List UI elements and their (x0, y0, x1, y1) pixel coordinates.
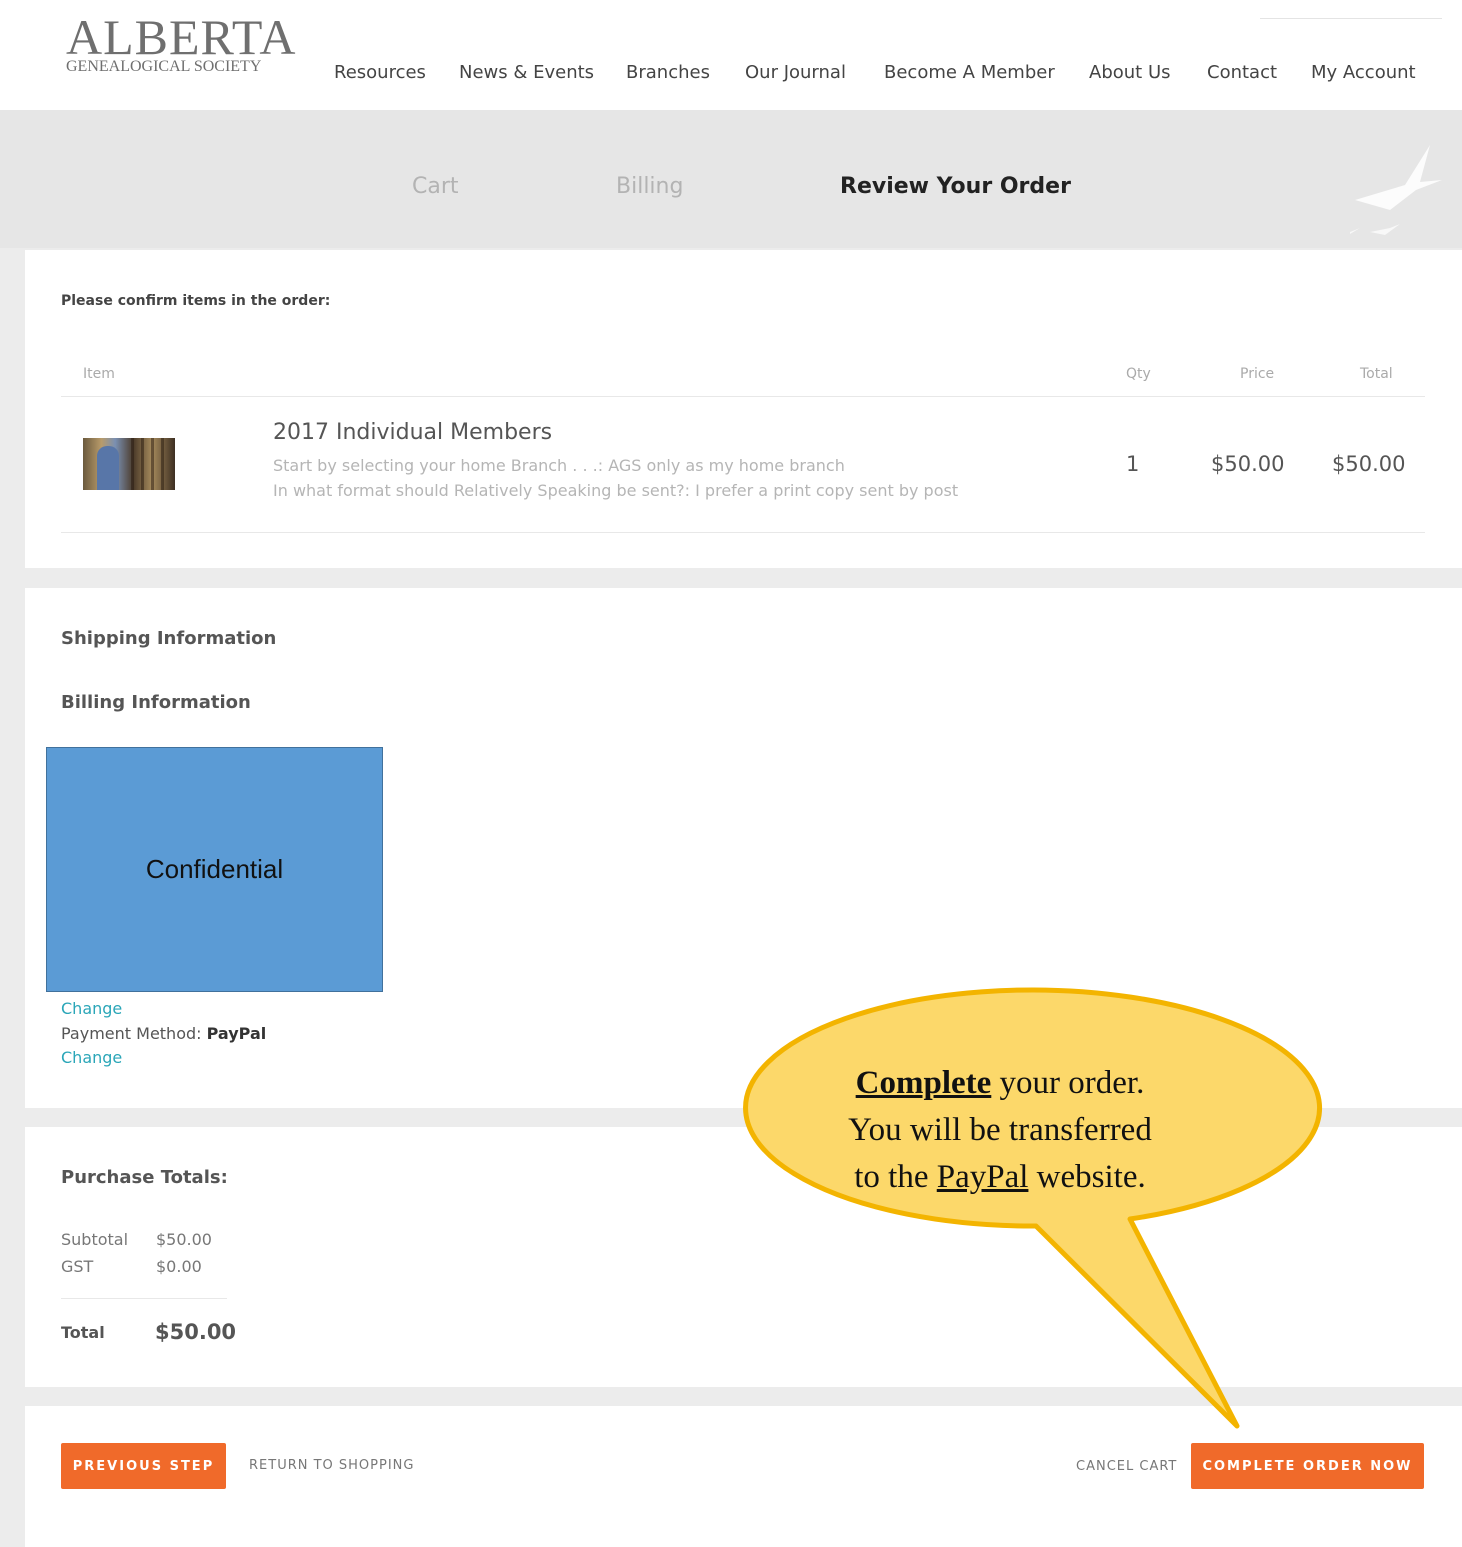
callout-text: Complete your order. You will be transfe… (760, 1060, 1240, 1201)
nav-my-account[interactable]: My Account (1311, 62, 1416, 83)
callout-line3-post: website. (1028, 1159, 1146, 1195)
table-divider (61, 396, 1425, 397)
nav-news-events[interactable]: News & Events (459, 62, 594, 83)
previous-step-button[interactable]: PREVIOUS STEP (61, 1443, 226, 1489)
totals-title: Purchase Totals: (61, 1167, 228, 1188)
total-value: $50.00 (155, 1320, 237, 1344)
step-billing[interactable]: Billing (616, 174, 683, 199)
order-heading: Please confirm items in the order: (61, 293, 331, 309)
item-total: $50.00 (1332, 452, 1406, 476)
payment-method-value: PayPal (206, 1024, 267, 1043)
col-total: Total (1360, 366, 1393, 382)
item-qty: 1 (1126, 452, 1140, 476)
person-figure (97, 446, 119, 490)
total-label: Total (61, 1323, 105, 1342)
cancel-cart-link[interactable]: CANCEL CART (1076, 1459, 1177, 1474)
confidential-redaction: Confidential (46, 747, 383, 992)
col-price: Price (1240, 366, 1275, 382)
subtotal-value: $50.00 (156, 1230, 212, 1249)
checkout-steps: Cart Billing Review Your Order (0, 110, 1462, 248)
callout-line1: your order. (991, 1065, 1145, 1101)
callout-paypal: PayPal (936, 1159, 1029, 1195)
payment-method-label: Payment Method: (61, 1024, 202, 1043)
site-logo[interactable]: ALBERTA GENEALOGICAL SOCIETY (66, 9, 297, 76)
shipping-title: Shipping Information (61, 628, 277, 649)
totals-divider (61, 1298, 227, 1299)
col-item: Item (83, 366, 115, 382)
callout-line3-pre: to the (854, 1159, 937, 1195)
item-option-format: In what format should Relatively Speakin… (273, 481, 959, 500)
complete-order-button[interactable]: COMPLETE ORDER NOW (1191, 1443, 1424, 1489)
change-payment-link[interactable]: Change (61, 1048, 122, 1067)
nav-branches[interactable]: Branches (626, 62, 710, 83)
col-qty: Qty (1126, 366, 1151, 382)
item-name: 2017 Individual Members (273, 420, 553, 445)
nav-contact[interactable]: Contact (1207, 62, 1277, 83)
billing-title: Billing Information (61, 692, 251, 713)
nav-become-member[interactable]: Become A Member (884, 62, 1055, 83)
callout-word-complete: Complete (855, 1065, 992, 1101)
totals-panel (25, 1127, 1462, 1387)
logo-title: ALBERTA (66, 9, 297, 65)
site-header: ALBERTA GENEALOGICAL SOCIETY Resources N… (0, 0, 1462, 110)
header-divider (1260, 18, 1442, 19)
callout-line2: You will be transferred (848, 1112, 1152, 1148)
table-bottom-divider (61, 532, 1425, 533)
gst-value: $0.00 (156, 1257, 202, 1276)
return-to-shopping-link[interactable]: RETURN TO SHOPPING (249, 1458, 414, 1473)
step-cart[interactable]: Cart (412, 174, 459, 199)
item-option-branch: Start by selecting your home Branch . . … (273, 456, 845, 475)
item-thumbnail (83, 438, 175, 490)
gst-label: GST (61, 1257, 94, 1276)
bird-icon (1350, 145, 1442, 235)
nav-our-journal[interactable]: Our Journal (745, 62, 846, 83)
change-billing-link[interactable]: Change (61, 999, 122, 1018)
subtotal-label: Subtotal (61, 1230, 129, 1249)
item-price: $50.00 (1211, 452, 1285, 476)
step-review: Review Your Order (840, 174, 1071, 199)
nav-about-us[interactable]: About Us (1089, 62, 1171, 83)
payment-method: Payment Method: PayPal (61, 1024, 266, 1043)
nav-resources[interactable]: Resources (334, 62, 426, 83)
